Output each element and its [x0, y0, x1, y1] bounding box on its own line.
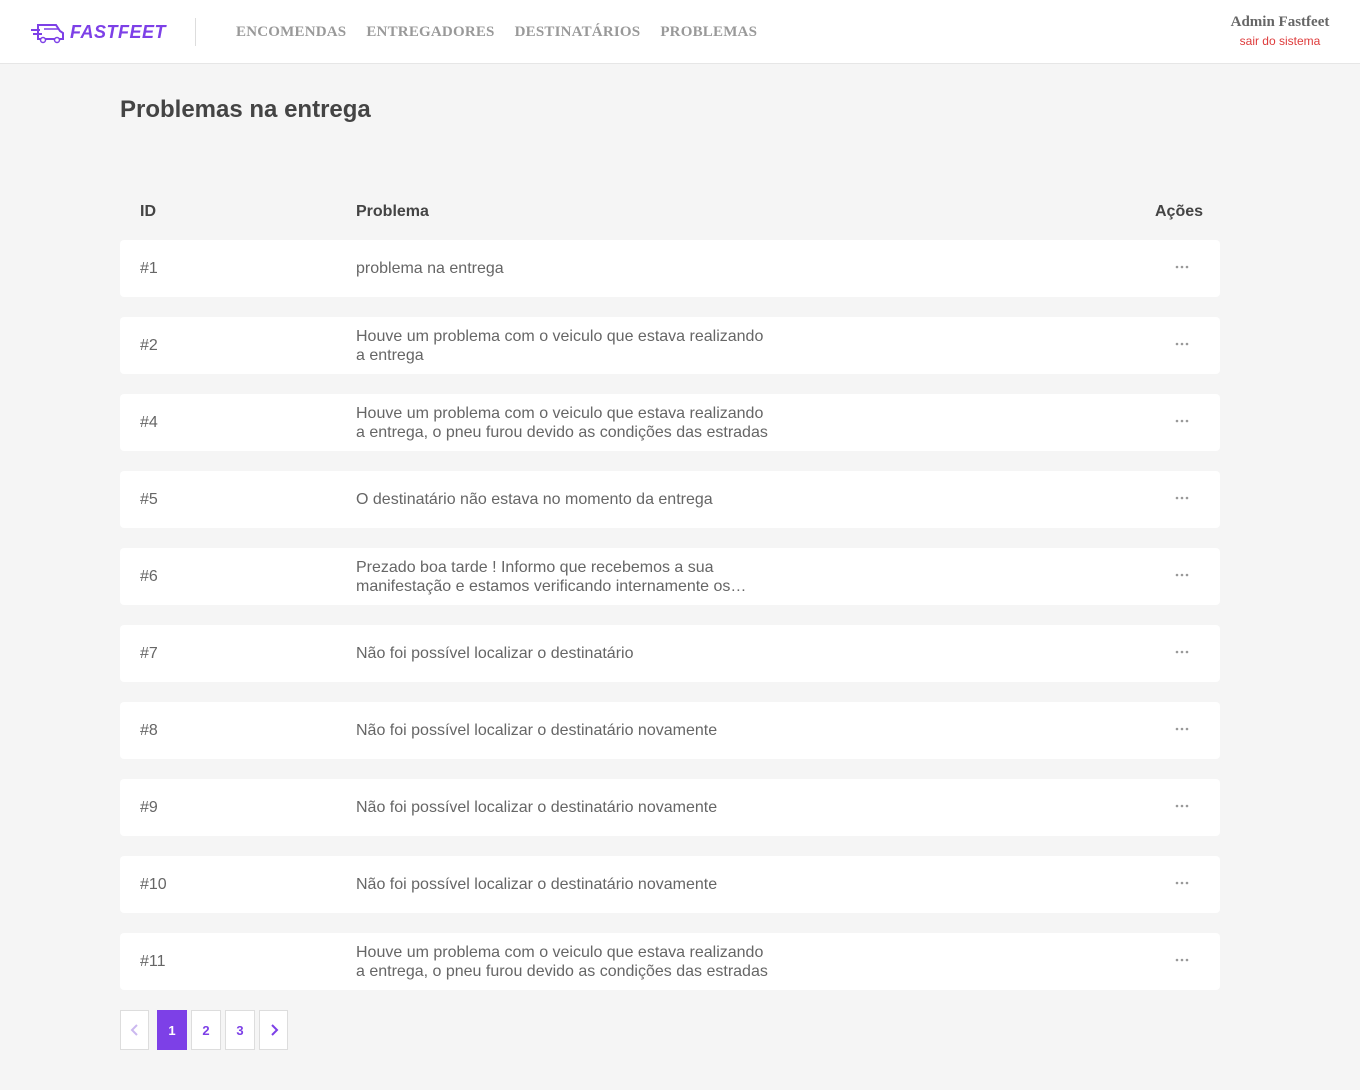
row-id: #11	[140, 952, 166, 970]
row-id: #1	[140, 259, 158, 277]
nav-item-destinatarios[interactable]: DESTINATÁRIOS	[515, 24, 641, 41]
chevron-left-icon	[130, 1024, 138, 1036]
table-row: #5 O destinatário não estava no momento d…	[120, 471, 1220, 528]
row-actions-button[interactable]	[1170, 874, 1194, 894]
nav-item-entregadores[interactable]: ENTREGADORES	[366, 24, 494, 41]
more-horizontal-icon	[1175, 342, 1189, 346]
row-problem-cell: Houve um problema com o veiculo que esta…	[356, 933, 776, 990]
row-problem-cell: O destinatário não estava no momento da …	[356, 471, 776, 528]
row-actions-button[interactable]	[1170, 489, 1194, 509]
row-problem-cell: Não foi possível localizar o destinatári…	[356, 779, 776, 836]
row-problem-text: Não foi possível localizar o destinatári…	[356, 876, 718, 893]
user-name: Admin Fastfeet	[1230, 14, 1330, 30]
row-problem-cell: Houve um problema com o veiculo que esta…	[356, 394, 776, 451]
row-actions-button[interactable]	[1170, 258, 1194, 278]
table-row: #6 Prezado boa tarde ! Informo que recebe…	[120, 548, 1220, 605]
row-problem-cell: Houve um problema com o veiculo que esta…	[356, 317, 776, 374]
row-id: #4	[140, 413, 158, 431]
row-problem-text: Não foi possível localizar o destinatári…	[356, 722, 718, 739]
table-row: #10 Não foi possível localizar o destinat…	[120, 856, 1220, 913]
row-problem-text: Não foi possível localizar o destinatári…	[356, 645, 634, 662]
more-horizontal-icon	[1175, 650, 1189, 654]
column-header-actions: Ações	[1155, 203, 1204, 220]
row-actions-button[interactable]	[1170, 951, 1194, 971]
header-divider	[195, 18, 196, 46]
logout-link[interactable]: sair do sistema	[1220, 34, 1340, 48]
prev-page-button[interactable]	[120, 1010, 149, 1050]
more-horizontal-icon	[1175, 881, 1189, 885]
logo-text: FASTFEET	[70, 21, 167, 42]
row-id: #9	[140, 798, 158, 816]
page-button-3[interactable]: 3	[225, 1010, 255, 1050]
table-row: #4 Houve um problema com o veiculo que es…	[120, 394, 1220, 451]
row-problem-cell: problema na entrega	[356, 240, 776, 297]
table-row: #1 problema na entrega	[120, 240, 1220, 297]
truck-logo-icon	[31, 24, 64, 44]
table-row: #2 Houve um problema com o veiculo que es…	[120, 317, 1220, 374]
row-actions-button[interactable]	[1170, 335, 1194, 355]
top-header: FASTFEET ENCOMENDAS ENTREGADORES DESTINA…	[0, 0, 1360, 64]
row-problem-text: Não foi possível localizar o destinatári…	[356, 799, 718, 816]
table-row: #9 Não foi possível localizar o destinatá…	[120, 779, 1220, 836]
row-id: #7	[140, 644, 158, 662]
table-row: #7 Não foi possível localizar o destinatá…	[120, 625, 1220, 682]
row-id: #8	[140, 721, 158, 739]
row-id: #10	[140, 875, 167, 893]
row-problem-text: Houve um problema com o veiculo que esta…	[356, 943, 768, 980]
column-header-id: ID	[140, 203, 156, 220]
row-problem-cell: Não foi possível localizar o destinatári…	[356, 625, 776, 682]
row-problem-cell: Prezado boa tarde ! Informo que recebemo…	[356, 548, 776, 605]
table-row: #8 Não foi possível localizar o destinatá…	[120, 702, 1220, 759]
page-button-1[interactable]: 1	[157, 1010, 187, 1050]
row-actions-button[interactable]	[1170, 720, 1194, 740]
more-horizontal-icon	[1175, 419, 1189, 423]
table-row: #11 Houve um problema com o veiculo que e…	[120, 933, 1220, 990]
row-problem-text: problema na entrega	[356, 260, 504, 277]
row-actions-button[interactable]	[1170, 643, 1194, 663]
nav-item-problemas[interactable]: PROBLEMAS	[660, 24, 757, 41]
more-horizontal-icon	[1175, 727, 1189, 731]
row-id: #6	[140, 567, 158, 585]
row-problem-cell: Não foi possível localizar o destinatári…	[356, 702, 776, 759]
row-problem-text: Houve um problema com o veiculo que esta…	[356, 327, 764, 364]
nav-item-encomendas[interactable]: ENCOMENDAS	[236, 24, 346, 41]
page-title: Problemas na entrega	[120, 96, 371, 123]
more-horizontal-icon	[1175, 573, 1189, 577]
row-actions-button[interactable]	[1170, 797, 1194, 817]
column-header-problem: Problema	[356, 203, 429, 220]
row-actions-button[interactable]	[1170, 566, 1194, 586]
more-horizontal-icon	[1175, 958, 1189, 962]
next-page-button[interactable]	[259, 1010, 288, 1050]
page-button-2[interactable]: 2	[191, 1010, 221, 1050]
logo[interactable]: FASTFEET	[30, 19, 166, 45]
row-problem-text: Houve um problema com o veiculo que esta…	[356, 404, 768, 441]
more-horizontal-icon	[1175, 496, 1189, 500]
row-id: #5	[140, 490, 158, 508]
pagination: 1 2 3	[120, 1010, 292, 1050]
user-profile: Admin Fastfeet sair do sistema	[1220, 14, 1340, 48]
main-nav: ENCOMENDAS ENTREGADORES DESTINATÁRIOS PR…	[236, 24, 777, 41]
row-problem-cell: Não foi possível localizar o destinatári…	[356, 856, 776, 913]
more-horizontal-icon	[1175, 804, 1189, 808]
row-actions-button[interactable]	[1170, 412, 1194, 432]
chevron-right-icon	[270, 1024, 278, 1036]
row-id: #2	[140, 336, 158, 354]
row-problem-text: O destinatário não estava no momento da …	[356, 491, 713, 508]
row-problem-text: Prezado boa tarde ! Informo que recebemo…	[356, 558, 747, 595]
more-horizontal-icon	[1175, 265, 1189, 269]
